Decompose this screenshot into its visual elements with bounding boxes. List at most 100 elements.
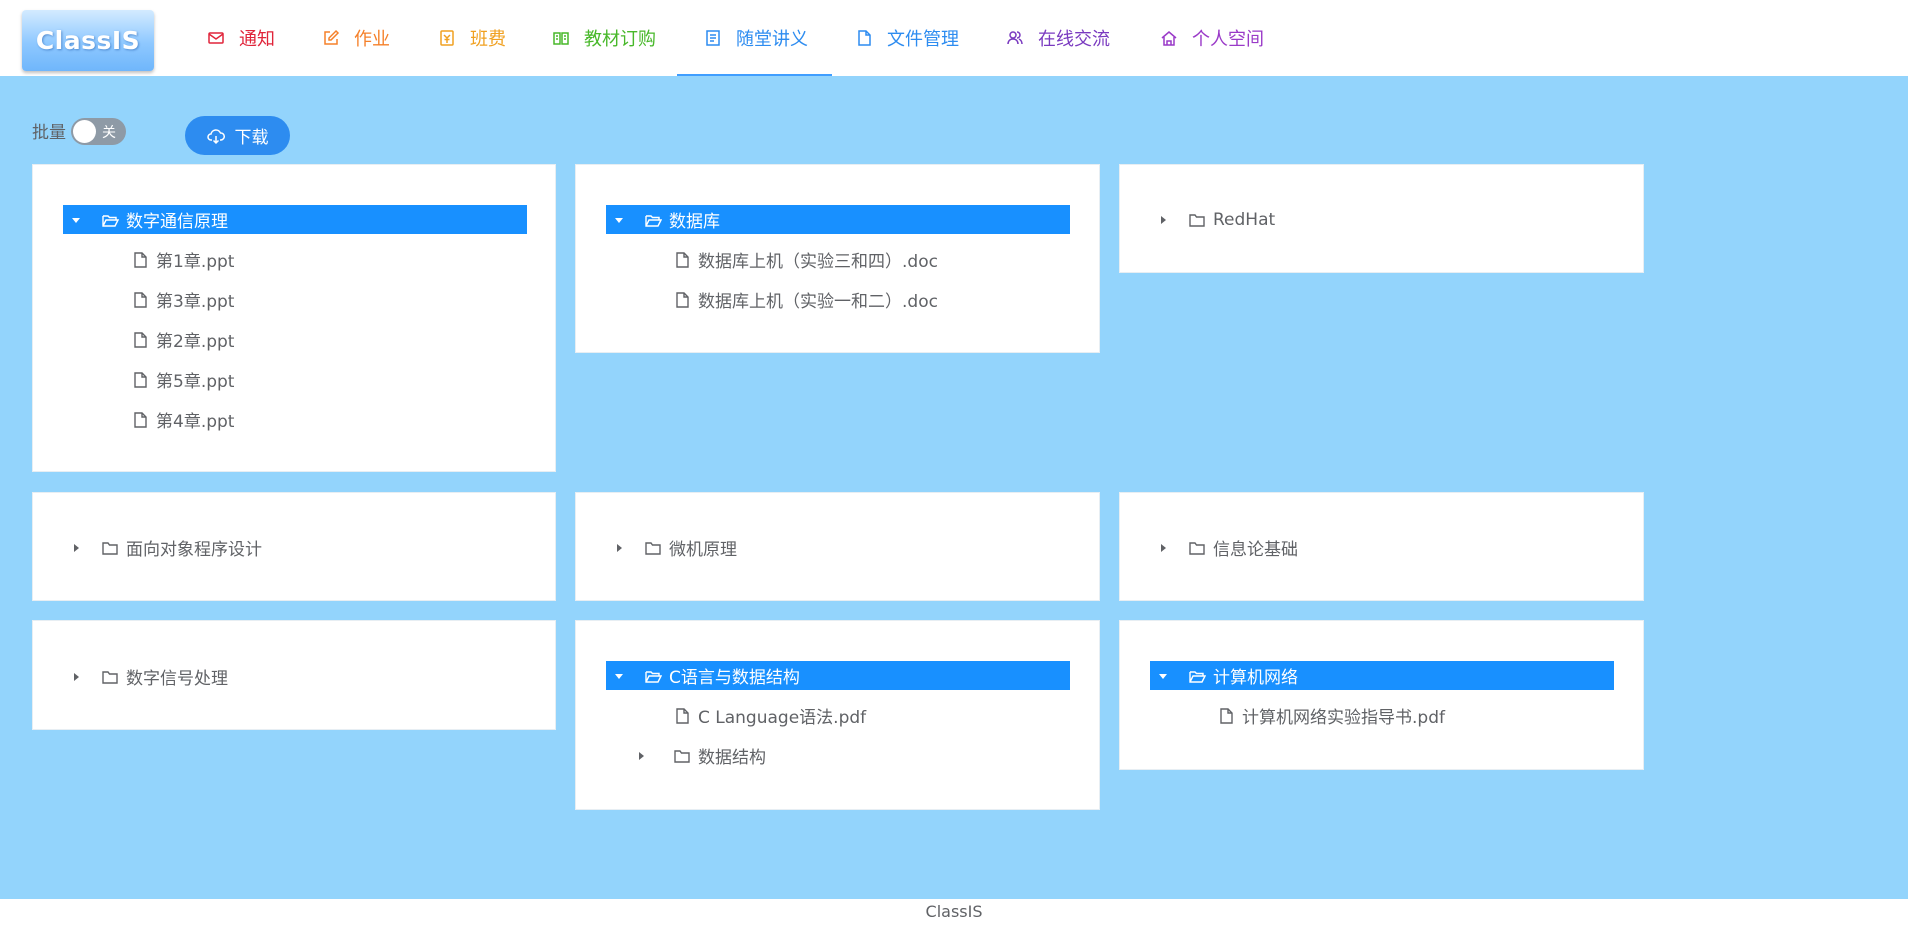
folder-card: C语言与数据结构 C Language语法.pdf 数据结构 [575,620,1100,810]
download-button[interactable]: 下载 [185,116,290,155]
folder-open-icon [1189,670,1206,683]
folder-card: 信息论基础 [1119,492,1644,601]
folder-card: 面向对象程序设计 [32,492,556,601]
caret-right-icon[interactable] [1156,205,1170,234]
file-icon [676,707,689,724]
download-label: 下载 [234,128,269,148]
tree-node-file[interactable]: 计算机网络实验指导书.pdf [1217,701,1445,730]
folder-open-icon [645,214,662,227]
file-icon [676,251,689,268]
nav-item-class-fee[interactable]: 班费 [438,0,506,76]
folder-icon [1189,541,1205,555]
file-name: 第2章.ppt [156,332,235,352]
tree-node-folder[interactable]: 微机原理 [612,533,737,562]
file-icon [676,291,689,308]
nav-label: 在线交流 [1038,29,1110,50]
caret-right-icon[interactable] [69,533,83,562]
tree-node-folder[interactable]: 计算机网络 [1150,661,1614,690]
file-name: 第5章.ppt [156,372,235,392]
money-icon [440,30,454,46]
tree-node-folder[interactable]: 数字信号处理 [69,662,228,691]
tree-node-file[interactable]: 数据库上机（实验一和二）.doc [673,285,938,314]
file-name: C Language语法.pdf [698,708,867,728]
tree-node-file[interactable]: 第2章.ppt [131,325,234,354]
folder-open-icon [645,670,662,683]
folder-name: 微机原理 [669,540,737,560]
tree-node-folder[interactable]: RedHat [1156,205,1275,234]
folder-name: 计算机网络 [1213,668,1298,688]
tree-node-file[interactable]: 第3章.ppt [131,285,234,314]
caret-right-icon[interactable] [69,662,83,691]
caret-right-icon[interactable] [612,533,626,562]
nav-label: 班费 [470,29,506,50]
caret-down-icon[interactable] [612,661,626,690]
file-icon [134,411,147,428]
document-icon [858,30,871,46]
file-name: 第1章.ppt [156,252,235,272]
file-icon [1220,707,1233,724]
folder-name: RedHat [1213,209,1276,230]
folder-name: 数字信号处理 [126,669,228,689]
tree-node-file[interactable]: 第5章.ppt [131,365,234,394]
tree-node-file[interactable]: C Language语法.pdf [673,701,866,730]
notes-icon [706,30,720,46]
file-icon [134,251,147,268]
nav-label: 作业 [354,29,390,50]
nav-item-personal-space[interactable]: 个人空间 [1160,0,1264,76]
batch-toggle[interactable]: 关 [71,118,126,145]
nav-label: 文件管理 [887,29,959,50]
nav-item-file-management[interactable]: 文件管理 [855,0,959,76]
folder-icon [102,670,118,684]
folder-icon [1189,213,1205,227]
nav-item-textbook-order[interactable]: 教材订购 [552,0,656,76]
file-icon [134,331,147,348]
tree-node-folder[interactable]: 面向对象程序设计 [69,533,262,562]
nav-label: 教材订购 [584,29,656,50]
nav-item-lecture-notes[interactable]: 随堂讲义 [677,0,832,76]
folder-card: 微机原理 [575,492,1100,601]
cloud-download-icon [206,128,225,144]
tree-node-file[interactable]: 第1章.ppt [131,245,234,274]
tree-node-folder[interactable]: 数字通信原理 [63,205,527,234]
caret-right-icon[interactable] [634,741,648,770]
tree-node-folder[interactable]: 数据结构 [634,741,766,770]
chat-users-icon [1007,31,1023,45]
folder-card: 数字信号处理 [32,620,556,730]
tree-node-file[interactable]: 第4章.ppt [131,405,234,434]
tree-node-file[interactable]: 数据库上机（实验三和四）.doc [673,245,938,274]
home-icon [1161,31,1177,46]
file-name: 第3章.ppt [156,292,235,312]
folder-name: 数据结构 [698,748,766,768]
folder-name: 面向对象程序设计 [126,540,262,560]
folder-card: 数字通信原理 第1章.ppt 第3章.ppt 第2章.ppt 第5章.ppt 第… [32,164,556,472]
file-name: 数据库上机（实验一和二）.doc [698,292,938,312]
folder-icon [102,541,118,555]
tree-node-folder[interactable]: C语言与数据结构 [606,661,1070,690]
nav-label: 个人空间 [1192,29,1264,50]
folder-name: 信息论基础 [1213,540,1298,560]
tree-node-folder[interactable]: 数据库 [606,205,1070,234]
file-name: 数据库上机（实验三和四）.doc [698,252,938,272]
toggle-knob [73,120,96,143]
folder-name: 数据库 [669,212,720,232]
nav-item-homework[interactable]: 作业 [322,0,390,76]
folder-card: 计算机网络 计算机网络实验指导书.pdf [1119,620,1644,770]
folder-name: 数字通信原理 [126,212,228,232]
tree-node-folder[interactable]: 信息论基础 [1156,533,1298,562]
folder-name: C语言与数据结构 [669,668,800,688]
nav-item-notice[interactable]: 通知 [207,0,275,76]
caret-down-icon[interactable] [69,205,83,234]
nav-label: 随堂讲义 [736,29,808,50]
app-logo[interactable]: ClassIS [22,10,154,71]
footer: ClassIS [0,899,1908,925]
caret-right-icon[interactable] [1156,533,1170,562]
toggle-text: 关 [102,125,116,141]
file-name: 第4章.ppt [156,412,235,432]
top-navbar: ClassIS 通知 作业 班费 教材订购 随堂讲义 文件管理 在线交流 个人空… [0,0,1908,76]
folder-card: 数据库 数据库上机（实验三和四）.doc 数据库上机（实验一和二）.doc [575,164,1100,353]
caret-down-icon[interactable] [1156,661,1170,690]
footer-text: ClassIS [925,902,983,921]
caret-down-icon[interactable] [612,205,626,234]
nav-item-online-chat[interactable]: 在线交流 [1006,0,1110,76]
mail-icon [208,32,224,44]
